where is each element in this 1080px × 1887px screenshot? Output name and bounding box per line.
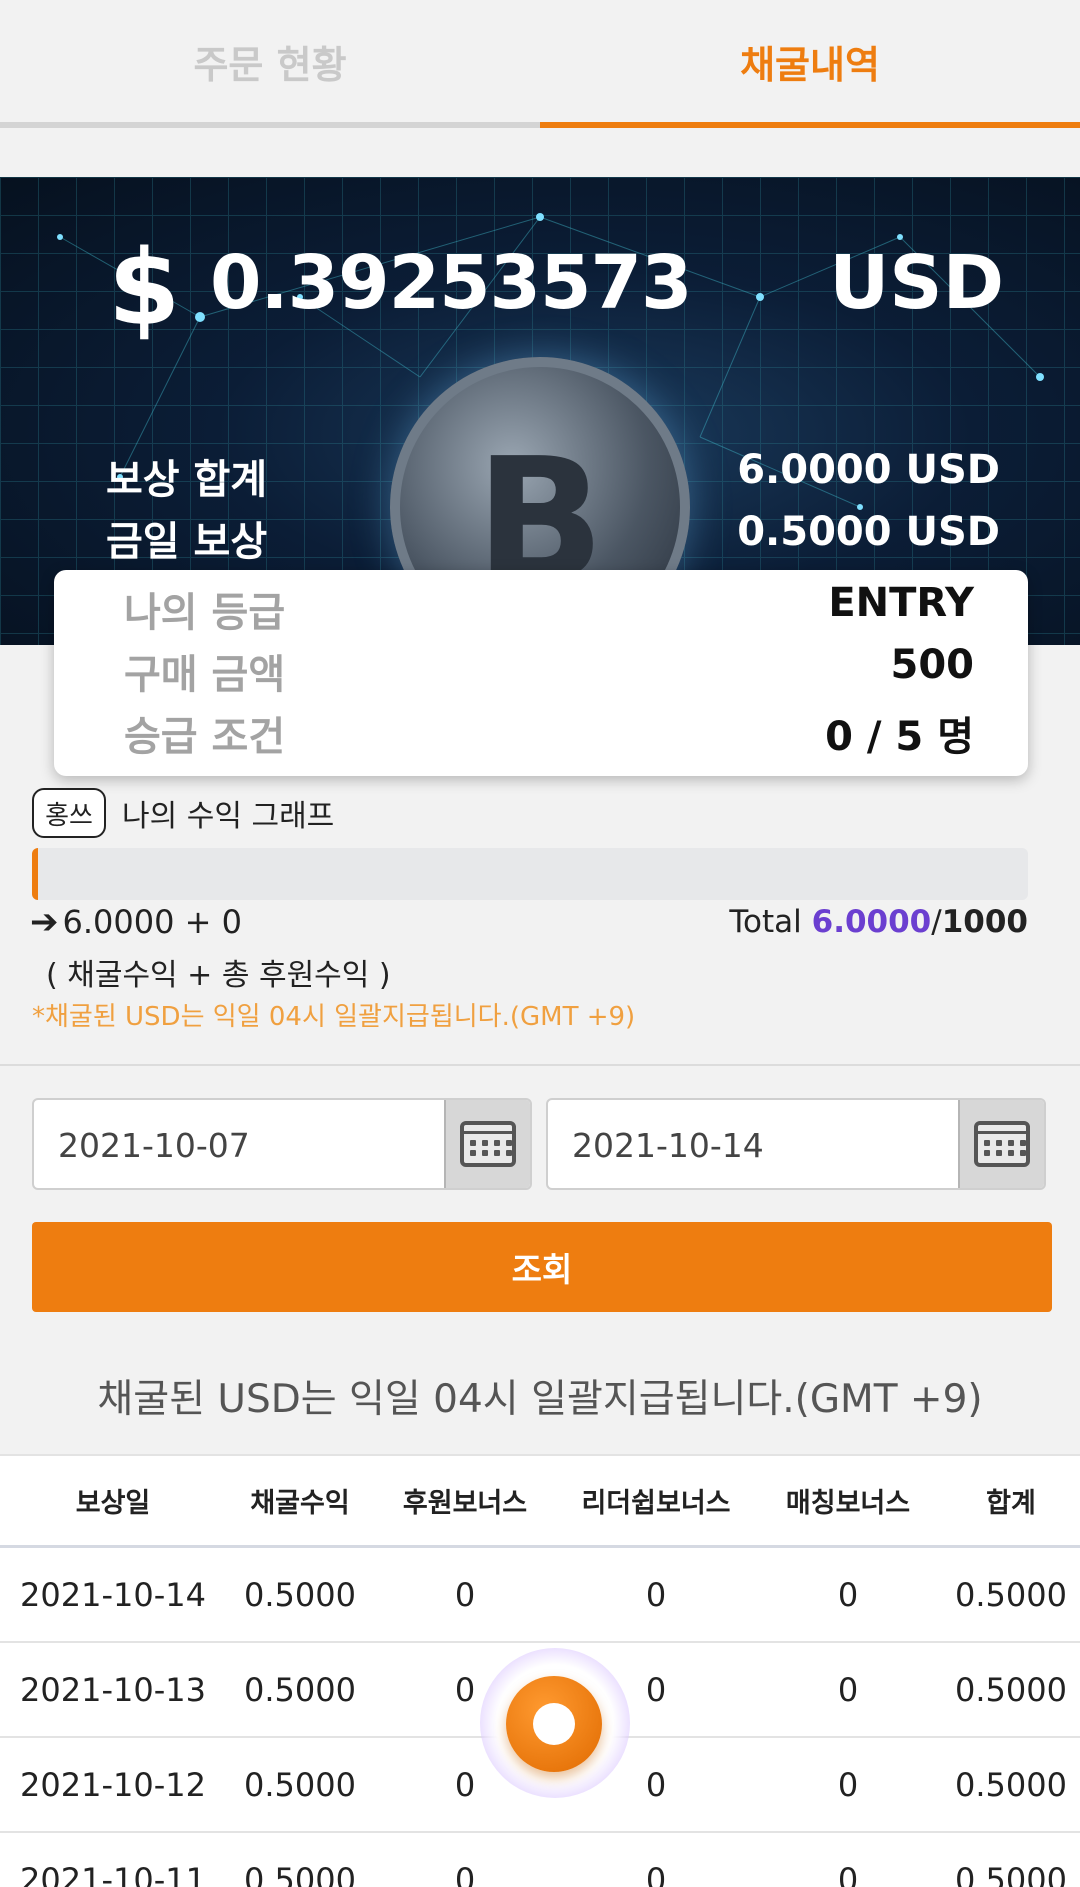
earnings-progress-bar xyxy=(32,848,1028,900)
cell-mining-income: 0.5000 xyxy=(244,1670,356,1709)
cell-total: 0.5000 xyxy=(955,1670,1067,1709)
tab-order-status[interactable]: 주문 현황 xyxy=(0,0,540,128)
today-reward-label: 금일 보상 xyxy=(106,519,268,565)
today-reward-value: 0.5000 USD xyxy=(737,509,1000,555)
cell-matching-bonus: 0 xyxy=(837,1765,859,1804)
total-reward-value: 6.0000 USD xyxy=(737,447,1000,493)
floating-action-button[interactable] xyxy=(506,1676,602,1772)
grade-card: 나의 등급 ENTRY 구매 금액 500 승급 조건 0 / 5 명 xyxy=(54,570,1028,776)
cell-sponsor-bonus: 0 xyxy=(454,1575,476,1614)
formula-note: ( 채굴수익 + 총 후원수익 ) xyxy=(46,958,391,993)
total-reward-label: 보상 합계 xyxy=(106,457,268,503)
payout-note: *채굴된 USD는 익일 04시 일괄지급됩니다.(GMT +9) xyxy=(32,1002,636,1032)
cell-reward-date: 2021-10-14 xyxy=(20,1575,206,1614)
header-matching-bonus: 매칭보너스 xyxy=(785,1488,911,1519)
purchase-row: 구매 금액 500 xyxy=(54,642,1028,704)
start-date-value: 2021-10-07 xyxy=(58,1126,250,1165)
earnings-total: Total 6.0000/1000 xyxy=(729,904,1028,940)
header-mining-income: 채굴수익 xyxy=(250,1488,350,1519)
earnings-formula-value: 6.0000 + 0 xyxy=(62,903,242,941)
cell-sponsor-bonus: 0 xyxy=(454,1860,476,1887)
grade-row: 나의 등급 ENTRY xyxy=(54,580,1028,642)
cell-leadership-bonus: 0 xyxy=(645,1860,667,1887)
currency-symbol: $ xyxy=(108,227,181,349)
cell-matching-bonus: 0 xyxy=(837,1860,859,1887)
currency-label: USD xyxy=(829,240,1004,326)
purchase-amount-label: 구매 금액 xyxy=(124,652,286,698)
total-separator: / xyxy=(931,904,942,940)
section-divider xyxy=(0,1064,1080,1066)
cell-total: 0.5000 xyxy=(955,1765,1067,1804)
promotion-row: 승급 조건 0 / 5 명 xyxy=(54,704,1028,766)
cell-mining-income: 0.5000 xyxy=(244,1575,356,1614)
tab-mining-history[interactable]: 채굴내역 xyxy=(540,0,1080,128)
cell-mining-income: 0.5000 xyxy=(244,1860,356,1887)
header-reward-date: 보상일 xyxy=(75,1488,151,1519)
total-prefix: Total xyxy=(729,904,812,940)
earnings-progress-fill xyxy=(32,848,38,900)
my-grade-label: 나의 등급 xyxy=(124,590,286,636)
user-badge: 홍쓰 xyxy=(32,788,106,838)
tab-bar: 주문 현황 채굴내역 xyxy=(0,0,1080,128)
header-leadership-bonus: 리더쉽보너스 xyxy=(581,1488,731,1519)
search-button[interactable]: 조회 xyxy=(32,1222,1052,1312)
cell-matching-bonus: 0 xyxy=(837,1670,859,1709)
cell-mining-income: 0.5000 xyxy=(244,1765,356,1804)
cell-reward-date: 2021-10-13 xyxy=(20,1670,206,1709)
start-date-calendar-button[interactable] xyxy=(444,1100,530,1188)
total-current: 6.0000 xyxy=(811,904,932,940)
end-date-value: 2021-10-14 xyxy=(572,1126,764,1165)
graph-title: 나의 수익 그래프 xyxy=(122,799,335,834)
table-header-row: 보상일 채굴수익 후원보너스 리더쉽보너스 매칭보너스 합계 xyxy=(0,1456,1080,1548)
end-date-calendar-button[interactable] xyxy=(958,1100,1044,1188)
start-date-field[interactable]: 2021-10-07 xyxy=(32,1098,532,1190)
mining-amount: 0.39253573 xyxy=(210,240,693,326)
cell-matching-bonus: 0 xyxy=(837,1575,859,1614)
header-sponsor-bonus: 후원보너스 xyxy=(402,1488,528,1519)
table-row: 2021-10-11 0.5000 0 0 0 0.5000 xyxy=(0,1833,1080,1887)
end-date-field[interactable]: 2021-10-14 xyxy=(546,1098,1046,1190)
table-row: 2021-10-14 0.5000 0 0 0 0.5000 xyxy=(0,1548,1080,1643)
my-grade-value: ENTRY xyxy=(828,580,974,626)
payout-notice: 채굴된 USD는 익일 04시 일괄지급됩니다.(GMT +9) xyxy=(97,1377,983,1422)
promotion-condition-value: 0 / 5 명 xyxy=(825,714,974,760)
cell-leadership-bonus: 0 xyxy=(645,1575,667,1614)
cell-reward-date: 2021-10-12 xyxy=(20,1765,206,1804)
calendar-icon xyxy=(460,1121,516,1167)
purchase-amount-value: 500 xyxy=(890,642,975,688)
promotion-condition-label: 승급 조건 xyxy=(124,714,286,760)
circle-icon xyxy=(533,1703,575,1745)
header-total: 합계 xyxy=(986,1488,1036,1519)
cell-total: 0.5000 xyxy=(955,1860,1067,1887)
arrow-right-icon: ➔ xyxy=(30,902,59,942)
total-max: 1000 xyxy=(941,904,1028,940)
cell-total: 0.5000 xyxy=(955,1575,1067,1614)
calendar-icon xyxy=(974,1121,1030,1167)
earnings-formula: ➔ 6.0000 + 0 xyxy=(30,902,242,942)
cell-reward-date: 2021-10-11 xyxy=(20,1860,206,1887)
